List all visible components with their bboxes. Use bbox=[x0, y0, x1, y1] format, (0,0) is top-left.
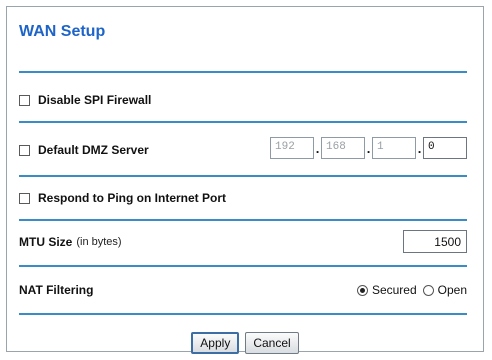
cancel-button[interactable]: Cancel bbox=[245, 332, 299, 354]
nat-filtering-row: NAT Filtering Secured Open bbox=[19, 277, 467, 303]
dmz-row: Default DMZ Server 192 . 168 . 1 . 0 bbox=[19, 137, 467, 163]
dmz-ip-octet-3[interactable]: 1 bbox=[372, 137, 416, 159]
ping-row: Respond to Ping on Internet Port bbox=[19, 185, 467, 211]
divider bbox=[19, 265, 467, 267]
divider bbox=[19, 71, 467, 73]
dmz-ip-octet-4[interactable]: 0 bbox=[423, 137, 467, 159]
respond-to-ping-label: Respond to Ping on Internet Port bbox=[38, 191, 226, 205]
nat-secured-label: Secured bbox=[371, 283, 417, 297]
respond-to-ping-checkbox[interactable] bbox=[19, 192, 30, 204]
page-title: WAN Setup bbox=[19, 23, 106, 40]
mtu-size-label: MTU Size bbox=[19, 235, 73, 249]
apply-button[interactable]: Apply bbox=[191, 332, 240, 354]
dmz-ip-address: 192 . 168 . 1 . 0 bbox=[270, 137, 467, 159]
disable-spi-firewall-label: Disable SPI Firewall bbox=[38, 93, 152, 107]
spi-firewall-row: Disable SPI Firewall bbox=[19, 87, 467, 113]
disable-spi-firewall-checkbox[interactable] bbox=[19, 94, 30, 106]
action-buttons: Apply Cancel bbox=[7, 332, 483, 354]
divider bbox=[19, 313, 467, 315]
nat-secured-radio[interactable] bbox=[356, 284, 368, 296]
default-dmz-server-checkbox[interactable] bbox=[19, 144, 30, 156]
default-dmz-server-label: Default DMZ Server bbox=[38, 143, 149, 157]
nat-open-label: Open bbox=[437, 283, 467, 297]
mtu-row: MTU Size (in bytes) 1500 bbox=[19, 229, 467, 255]
nat-filtering-options: Secured Open bbox=[356, 277, 467, 303]
divider bbox=[19, 121, 467, 123]
divider bbox=[19, 175, 467, 177]
mtu-unit-note: (in bytes) bbox=[76, 236, 122, 248]
dmz-ip-octet-2[interactable]: 168 bbox=[321, 137, 365, 159]
nat-filtering-label: NAT Filtering bbox=[19, 283, 94, 297]
nat-open-radio[interactable] bbox=[422, 284, 434, 296]
mtu-size-input[interactable]: 1500 bbox=[403, 230, 467, 253]
dmz-ip-octet-1[interactable]: 192 bbox=[270, 137, 314, 159]
divider bbox=[19, 219, 467, 221]
wan-setup-panel: WAN Setup Disable SPI Firewall Default D… bbox=[6, 6, 484, 354]
